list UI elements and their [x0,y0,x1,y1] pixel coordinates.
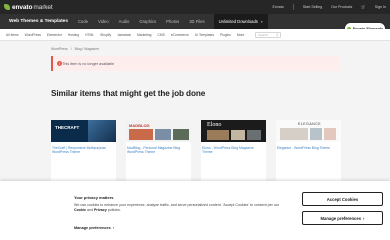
cart-icon[interactable]: 🛒 [361,5,365,9]
item-unavailable-alert: ! This item is no longer available [51,56,339,71]
breadcrumb-wordpress[interactable]: WordPress [51,47,68,51]
cookie-banner: Your privacy matters We use cookies to e… [0,181,390,240]
subnav-elementor[interactable]: Elementor [44,33,65,37]
item-card[interactable]: MADBLOG MadBlog - Personal Magazine Blog… [126,120,191,186]
envato-leaf-icon [4,4,10,10]
top-link-start-selling[interactable]: Start Selling [303,5,322,9]
thumbnail-brand: Elono [207,122,222,128]
unlimited-downloads-label: Unlimited Downloads [218,19,258,24]
item-title-link[interactable]: Elono - WordPress Blog Magazine Theme [201,142,266,155]
similar-items-list: THECRAFT TheCraft | Responsive Multipurp… [51,120,341,186]
breadcrumb: WordPress / Blog / Magazine [51,47,99,51]
subnav-marketing[interactable]: Marketing [134,33,154,37]
thumbnail-art [310,128,322,140]
cat-graphics[interactable]: Graphics [134,14,161,29]
search-icon: ⚲ [276,32,279,37]
chevron-right-icon: › [112,226,114,230]
divider [292,4,294,10]
subnav-wordpress[interactable]: WordPress [22,33,44,37]
thumbnail-art [324,128,336,140]
alert-text: This item is no longer available [62,61,115,66]
thumbnail-brand: ELEGANCE [298,122,322,126]
subnav-ui-templates[interactable]: UI Templates [192,33,217,37]
item-thumbnail[interactable]: Elono [201,120,266,142]
cookie-text-end: policies. [107,208,121,212]
subnav-ecommerce[interactable]: eCommerce [168,33,192,37]
breadcrumb-separator: / [70,47,72,51]
thumbnail-art [129,129,153,140]
logo-text-bold: envato [12,3,33,11]
category-nav: Web Themes & Templates Code Video Audio … [0,14,390,34]
item-card[interactable]: ELEGANCE Elegance - WordPress Blog Theme [276,120,341,186]
top-bar: envato market Envato Start Selling Our P… [0,0,390,14]
chevron-down-icon: ▾ [260,19,263,24]
top-links: Envato Start Selling Our Products 🛒 Sign… [273,4,386,10]
thumbnail-art [155,129,171,140]
item-title-link[interactable]: TheCraft | Responsive Multipurpose WordP… [51,142,116,155]
thumbnail-art [247,130,261,140]
subnav-cms[interactable]: CMS [155,33,168,37]
manage-preferences-button-label: Manage preferences [320,215,362,221]
subnav-plugins[interactable]: Plugins [217,33,234,37]
cookie-text-body: We use cookies to enhance your experienc… [74,203,280,207]
subnav-html[interactable]: HTML [82,33,97,37]
top-link-envato[interactable]: Envato [273,5,284,9]
cat-3d-files[interactable]: 3D Files [184,14,209,29]
search-placeholder: Search [258,32,268,37]
sub-nav: All Items WordPress Elementor Hosting HT… [0,29,390,41]
thumbnail-brand: MADBLOG [129,123,150,128]
manage-preferences-link[interactable]: Manage preferences › [74,226,114,230]
envato-market-logo[interactable]: envato market [4,4,53,11]
top-link-our-products[interactable]: Our Products [331,5,352,9]
top-link-sign-in[interactable]: Sign In [375,5,386,9]
item-card[interactable]: THECRAFT TheCraft | Responsive Multipurp… [51,120,116,186]
accept-cookies-label: Accept Cookies [326,196,359,202]
cookie-text: We use cookies to enhance your experienc… [74,203,289,213]
subnav-more[interactable]: More [234,33,248,37]
cat-unlimited-downloads[interactable]: Unlimited Downloads ▾ [213,14,268,29]
accept-cookies-button[interactable]: Accept Cookies [302,192,383,206]
logo-text-light: market [33,3,53,11]
item-card[interactable]: Elono Elono - WordPress Blog Magazine Th… [201,120,266,186]
item-title-link[interactable]: Elegance - WordPress Blog Theme [276,142,341,150]
similar-items-heading: Similar items that might get the job don… [51,89,206,98]
thumbnail-art [231,130,245,140]
manage-preferences-button[interactable]: Manage preferences › [302,211,383,225]
thumbnail-brand: THECRAFT [55,125,80,130]
cat-video[interactable]: Video [93,14,114,29]
breadcrumb-blog-magazine[interactable]: Blog / Magazine [75,47,99,51]
privacy-policy-link[interactable]: Privacy [94,208,107,212]
item-thumbnail[interactable]: MADBLOG [126,120,191,142]
manage-preferences-label: Manage preferences [74,226,111,230]
subnav-jamstack[interactable]: Jamstack [114,33,134,37]
thumbnail-art [207,130,229,140]
alert-icon: ! [57,61,62,66]
cat-code[interactable]: Code [73,14,93,29]
cat-photos[interactable]: Photos [161,14,184,29]
cat-audio[interactable]: Audio [114,14,135,29]
item-title-link[interactable]: MadBlog - Personal Magazine Blog WordPre… [126,142,191,155]
thumbnail-art [280,128,308,140]
cookie-policy-link[interactable]: Cookie [74,208,86,212]
item-thumbnail[interactable]: THECRAFT [51,120,116,142]
subnav-hosting[interactable]: Hosting [65,33,82,37]
search-input[interactable]: Search ⚲ [255,31,282,38]
thumbnail-art [173,129,189,140]
cookie-title: Your privacy matters [74,195,114,200]
thumbnail-art [88,120,116,142]
cat-web-themes[interactable]: Web Themes & Templates [4,14,73,29]
subnav-shopify[interactable]: Shopify [97,33,114,37]
item-thumbnail[interactable]: ELEGANCE [276,120,341,142]
subnav-all-items[interactable]: All Items [3,33,22,37]
cookie-text-and: and [86,208,93,212]
chevron-right-icon: › [363,215,365,221]
